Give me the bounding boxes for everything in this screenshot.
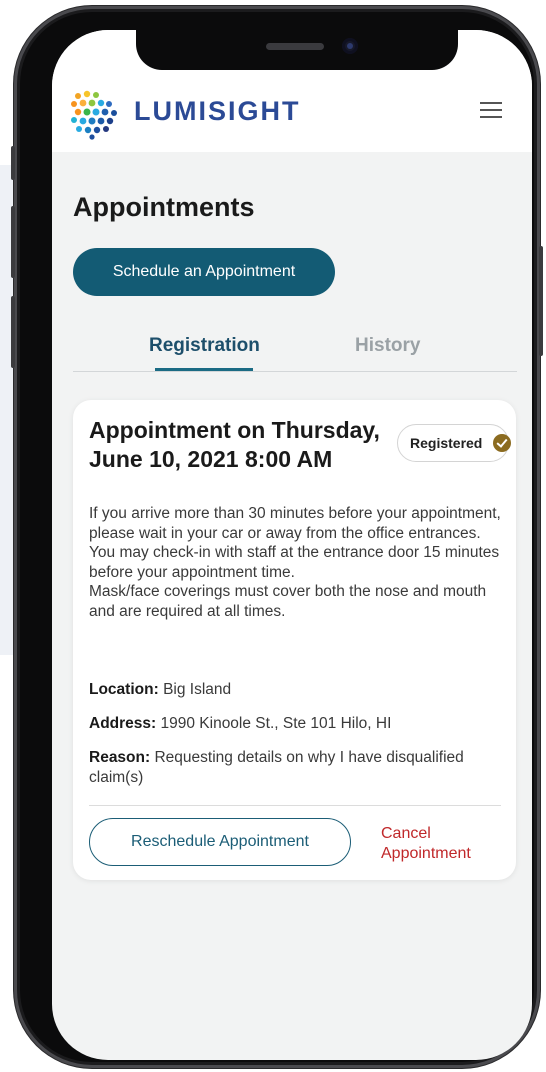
card-divider — [89, 805, 501, 806]
front-camera — [342, 38, 358, 54]
phone-notch — [136, 30, 458, 70]
volume-up-button — [11, 206, 15, 278]
location-label: Location: — [89, 681, 159, 698]
reschedule-appointment-button[interactable]: Reschedule Appointment — [89, 818, 351, 866]
active-tab-indicator — [155, 368, 253, 371]
power-button — [539, 246, 543, 356]
address-label: Address: — [89, 715, 157, 732]
phone-frame: LUMISIGHT Appointments Schedule an Appoi… — [11, 6, 543, 1068]
location-value: Big Island — [163, 681, 232, 698]
schedule-appointment-button[interactable]: Schedule an Appointment — [73, 248, 335, 296]
tab-registration[interactable]: Registration — [149, 335, 260, 357]
page-title: Appointments — [73, 192, 255, 222]
tab-bar: Registration History — [73, 330, 517, 372]
reason-label: Reason: — [89, 749, 151, 766]
status-badge: Registered — [397, 424, 511, 462]
phone-screen: LUMISIGHT Appointments Schedule an Appoi… — [52, 30, 532, 1060]
speaker-grille — [266, 43, 324, 50]
lumisight-logo-icon[interactable] — [68, 88, 120, 140]
notice-line: Mask/face coverings must cover both the … — [89, 583, 487, 620]
cancel-appointment-link[interactable]: Cancel Appointment — [381, 824, 501, 864]
location-detail: Location: Big Island — [89, 680, 501, 700]
check-circle-icon — [493, 434, 511, 452]
mute-switch — [11, 146, 15, 180]
appointment-title: Appointment on Thursday, June 10, 2021 8… — [89, 417, 380, 472]
address-value: 1990 Kinoole St., Ste 101 Hilo, HI — [160, 715, 392, 732]
appointment-card: Appointment on Thursday, June 10, 2021 8… — [73, 400, 516, 880]
volume-down-button — [11, 296, 15, 368]
brand-name: LUMISIGHT — [134, 96, 301, 126]
address-detail: Address: 1990 Kinoole St., Ste 101 Hilo,… — [89, 714, 501, 734]
hamburger-menu-icon[interactable] — [480, 102, 502, 120]
tab-history[interactable]: History — [355, 335, 420, 357]
reason-detail: Reason: Requesting details on why I have… — [89, 748, 501, 787]
status-badge-label: Registered — [410, 435, 483, 451]
appointment-notice: If you arrive more than 30 minutes befor… — [89, 504, 501, 621]
notice-line: You may check-in with staff at the entra… — [89, 544, 500, 581]
notice-line: If you arrive more than 30 minutes befor… — [89, 505, 501, 542]
